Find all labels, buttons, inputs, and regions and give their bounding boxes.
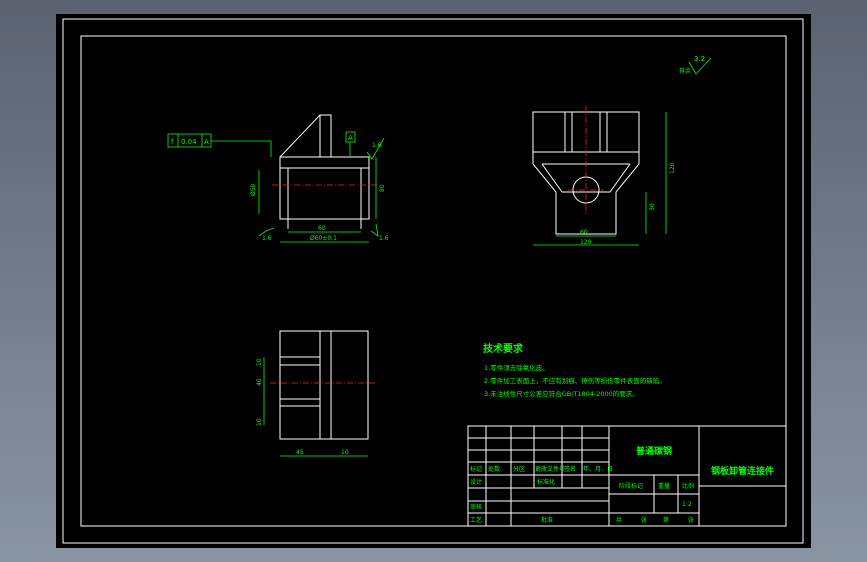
dim-right: 80 xyxy=(379,184,386,192)
svg-text:张: 张 xyxy=(641,516,647,524)
material: 普通碳钢 xyxy=(636,445,672,457)
dim-inner-width: 60 xyxy=(580,229,588,236)
outer-frame xyxy=(62,18,804,544)
title-block-grid xyxy=(468,426,609,526)
dim-h1: 45 xyxy=(296,449,304,456)
dim-v3: 10 xyxy=(256,418,263,426)
svg-text:1.6: 1.6 xyxy=(262,235,272,242)
tech-item-2: 2.零件加工表面上，不应有划痕、擦伤等损伤零件表面的缺陷。 xyxy=(484,376,666,385)
svg-text:分区: 分区 xyxy=(513,465,525,473)
label-approve: 批准 xyxy=(541,516,553,524)
svg-text:标记: 标记 xyxy=(470,465,482,473)
datum-marker: A xyxy=(345,131,356,157)
dim-lower: 30 xyxy=(649,203,656,211)
dim-outer-width: 120 xyxy=(580,239,592,246)
datum-label: A xyxy=(348,134,353,142)
svg-text:第: 第 xyxy=(663,516,669,524)
side-view: 120 30 60 120 xyxy=(532,106,676,246)
dim-v2: 40 xyxy=(256,378,263,386)
svg-text:年、月、日: 年、月、日 xyxy=(583,465,613,473)
svg-text:1.6: 1.6 xyxy=(379,235,389,242)
tolerance-value: 0.04 xyxy=(181,138,197,146)
label-weight: 重量 xyxy=(658,482,670,490)
dim-h2: 10 xyxy=(341,449,349,456)
dim-v1: 10 xyxy=(256,358,263,366)
tech-requirements: 技术要求 1.零件须去除氧化皮。 2.零件加工表面上，不应有划痕、擦伤等损伤零件… xyxy=(483,342,666,398)
roughness-symbol: 3.2 其余 xyxy=(679,55,712,75)
title-block: 标记 处数 分区 更改文件号 签名 年、月、日 设计 标准化 审核 工艺 批准 … xyxy=(467,425,787,527)
tech-item-1: 1.零件须去除氧化皮。 xyxy=(484,363,549,372)
front-view: f 0.04 A A 1.6 1.6 1.6 Ø50 80 60 Ø60±0.1 xyxy=(167,114,389,243)
label-standardize: 标准化 xyxy=(537,478,555,486)
cad-drawing: 3.2 其余 f 0.04 A A 1.6 1.6 1.6 Ø50 80 60 … xyxy=(62,18,804,544)
svg-text:1.6: 1.6 xyxy=(372,142,382,149)
label-review: 审核 xyxy=(470,503,482,511)
tech-title: 技术要求 xyxy=(483,342,524,355)
roughness-left: 1.6 xyxy=(258,227,275,242)
svg-text:共: 共 xyxy=(616,516,622,524)
dim-height: 120 xyxy=(669,162,676,174)
label-scale: 比例 xyxy=(682,482,694,490)
top-view: 10 40 10 45 10 xyxy=(256,330,376,457)
svg-text:处数: 处数 xyxy=(488,465,500,473)
dim-bottom-inner: 60 xyxy=(318,225,326,232)
label-stage: 阶段标记 xyxy=(619,482,643,490)
svg-text:签名: 签名 xyxy=(564,465,576,473)
label-design: 设计 xyxy=(470,478,482,486)
tolerance-datum: A xyxy=(204,138,209,146)
svg-text:更改文件号: 更改文件号 xyxy=(535,465,565,473)
drawing-sheet: 3.2 其余 f 0.04 A A 1.6 1.6 1.6 Ø50 80 60 … xyxy=(56,14,811,548)
roughness-label: 其余 xyxy=(679,67,691,75)
inner-frame xyxy=(80,35,787,527)
scale-value: 1:2 xyxy=(682,501,692,508)
roughness-value: 3.2 xyxy=(694,55,705,63)
dim-left: Ø50 xyxy=(250,183,257,196)
roughness-right-top: 1.6 xyxy=(366,137,385,160)
roughness-right-bottom: 1.6 xyxy=(370,223,389,242)
tolerance-symbol: f xyxy=(171,138,174,146)
part-name: 钢板卸管连接件 xyxy=(711,465,774,477)
tech-item-3: 3.未注线性尺寸公差应符合GB/T1804-2000的要求。 xyxy=(484,389,639,398)
label-process: 工艺 xyxy=(470,516,482,524)
dim-bottom-outer: Ø60±0.1 xyxy=(310,235,337,242)
svg-text:张: 张 xyxy=(688,516,694,524)
tolerance-frame: f 0.04 A xyxy=(167,133,272,157)
